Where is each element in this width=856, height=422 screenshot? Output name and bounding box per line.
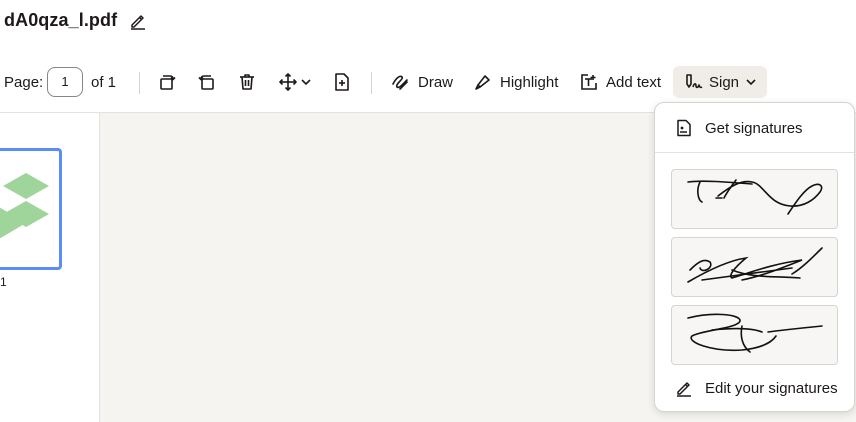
toolbar: Page: 1 of 1 Draw Highlight Add text Sig… <box>0 62 856 102</box>
chevron-down-icon <box>301 79 311 86</box>
thumbnail-page-number: 1 <box>0 275 7 289</box>
title-bar: dA0qza_l.pdf <box>0 0 856 44</box>
signature-drawing <box>687 313 823 353</box>
add-page-icon <box>335 73 349 91</box>
pencil-icon <box>131 15 145 30</box>
page-label: Page: <box>4 73 44 91</box>
add-text-label: Add text <box>606 73 662 91</box>
menu-divider <box>655 152 854 153</box>
rotate-right-icon <box>160 75 176 90</box>
saved-signature-2[interactable] <box>671 237 838 297</box>
saved-signature-3[interactable] <box>671 305 838 365</box>
file-title: dA0qza_l.pdf <box>4 10 118 30</box>
get-signatures-label: Get signatures <box>705 119 803 137</box>
rotate-left-icon <box>198 75 214 90</box>
request-signature-icon <box>677 119 691 137</box>
rotate-left-button[interactable] <box>193 62 221 102</box>
rename-button[interactable] <box>128 11 148 31</box>
sign-label: Sign <box>709 73 740 91</box>
edit-signatures-label: Edit your signatures <box>705 379 838 397</box>
edit-signatures-item[interactable]: Edit your signatures <box>655 366 854 410</box>
move-icon <box>279 73 297 91</box>
toolbar-divider <box>139 72 140 94</box>
page-number-input[interactable]: 1 <box>47 67 83 97</box>
pencil-icon <box>677 382 691 397</box>
saved-signature-1[interactable] <box>671 169 838 229</box>
get-signatures-item[interactable]: Get signatures <box>655 106 854 150</box>
move-page-button[interactable] <box>273 62 317 102</box>
highlight-label: Highlight <box>500 73 559 91</box>
delete-page-button[interactable] <box>233 62 261 102</box>
signature-drawing <box>687 179 823 215</box>
signature-pen-icon <box>686 74 703 89</box>
draw-icon <box>392 75 408 90</box>
page-thumbnail[interactable] <box>0 148 62 270</box>
sign-dropdown-menu: Get signatures Edit your signatures <box>654 102 855 412</box>
toolbar-divider <box>371 72 372 94</box>
insert-page-button[interactable] <box>328 62 356 102</box>
signature-drawing <box>687 247 823 283</box>
page-input-wrap: 1 <box>47 62 83 102</box>
highlight-button[interactable]: Highlight <box>474 62 558 102</box>
trash-icon <box>240 74 254 90</box>
chevron-down-icon <box>746 79 756 86</box>
add-text-button[interactable]: Add text <box>580 62 661 102</box>
rotate-right-button[interactable] <box>153 62 181 102</box>
draw-button[interactable]: Draw <box>390 62 453 102</box>
highlighter-icon <box>475 75 490 90</box>
text-box-icon <box>581 74 597 90</box>
draw-label: Draw <box>418 73 454 91</box>
sign-button[interactable]: Sign <box>673 66 768 98</box>
thumbnail-pane: 1 <box>0 112 100 422</box>
page-total: of 1 <box>91 73 117 91</box>
page-thumbnail-image <box>0 173 49 239</box>
